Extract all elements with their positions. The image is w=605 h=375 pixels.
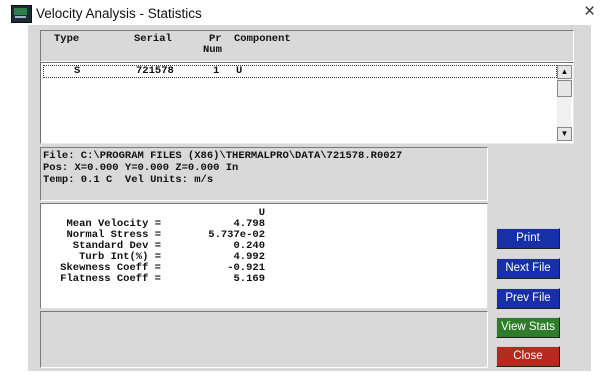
close-button[interactable]: Close [496,346,560,367]
header-serial: Serial [134,33,172,45]
window-title: Velocity Analysis - Statistics [36,6,202,21]
table-header: Type Serial Pr Num Component [40,30,574,62]
stat-value: 5.169 [233,273,265,285]
view-stats-button[interactable]: View Stats [496,317,560,338]
probe-list[interactable]: S 721578 1 U ▲ ▼ [40,62,574,144]
app-icon [11,5,32,23]
header-component: Component [234,33,291,45]
prev-file-button[interactable]: Prev File [496,288,560,309]
message-panel [40,311,488,368]
scroll-up-icon[interactable]: ▲ [557,65,572,79]
next-file-button[interactable]: Next File [496,258,560,279]
position-info: Pos: X=0.000 Y=0.000 Z=0.000 In [43,162,239,174]
header-pr-num: Pr Num [203,34,222,56]
stat-label: Flatness Coeff = [60,273,161,285]
row-pr-num: 1 [213,65,220,77]
print-button[interactable]: Print [496,228,560,249]
header-type: Type [54,33,80,45]
temp-units-info: Temp: 0.1 C Vel Units: m/s [43,174,214,186]
row-type: S [74,65,81,77]
row-serial: 721578 [136,65,174,77]
scroll-down-icon[interactable]: ▼ [557,127,572,141]
scroll-thumb[interactable] [557,80,572,97]
file-path: File: C:\PROGRAM FILES (X86)\THERMALPRO\… [43,150,403,162]
row-component: U [236,65,243,77]
close-icon[interactable]: × [584,2,595,22]
list-scrollbar[interactable]: ▲ ▼ [557,65,572,141]
statistics-panel: U Mean Velocity = 4.798 Normal Stress = … [40,203,488,309]
table-row[interactable]: S 721578 1 U [43,65,557,78]
file-info-panel: File: C:\PROGRAM FILES (X86)\THERMALPRO\… [40,147,488,201]
header-pr-line2: Num [203,44,222,56]
